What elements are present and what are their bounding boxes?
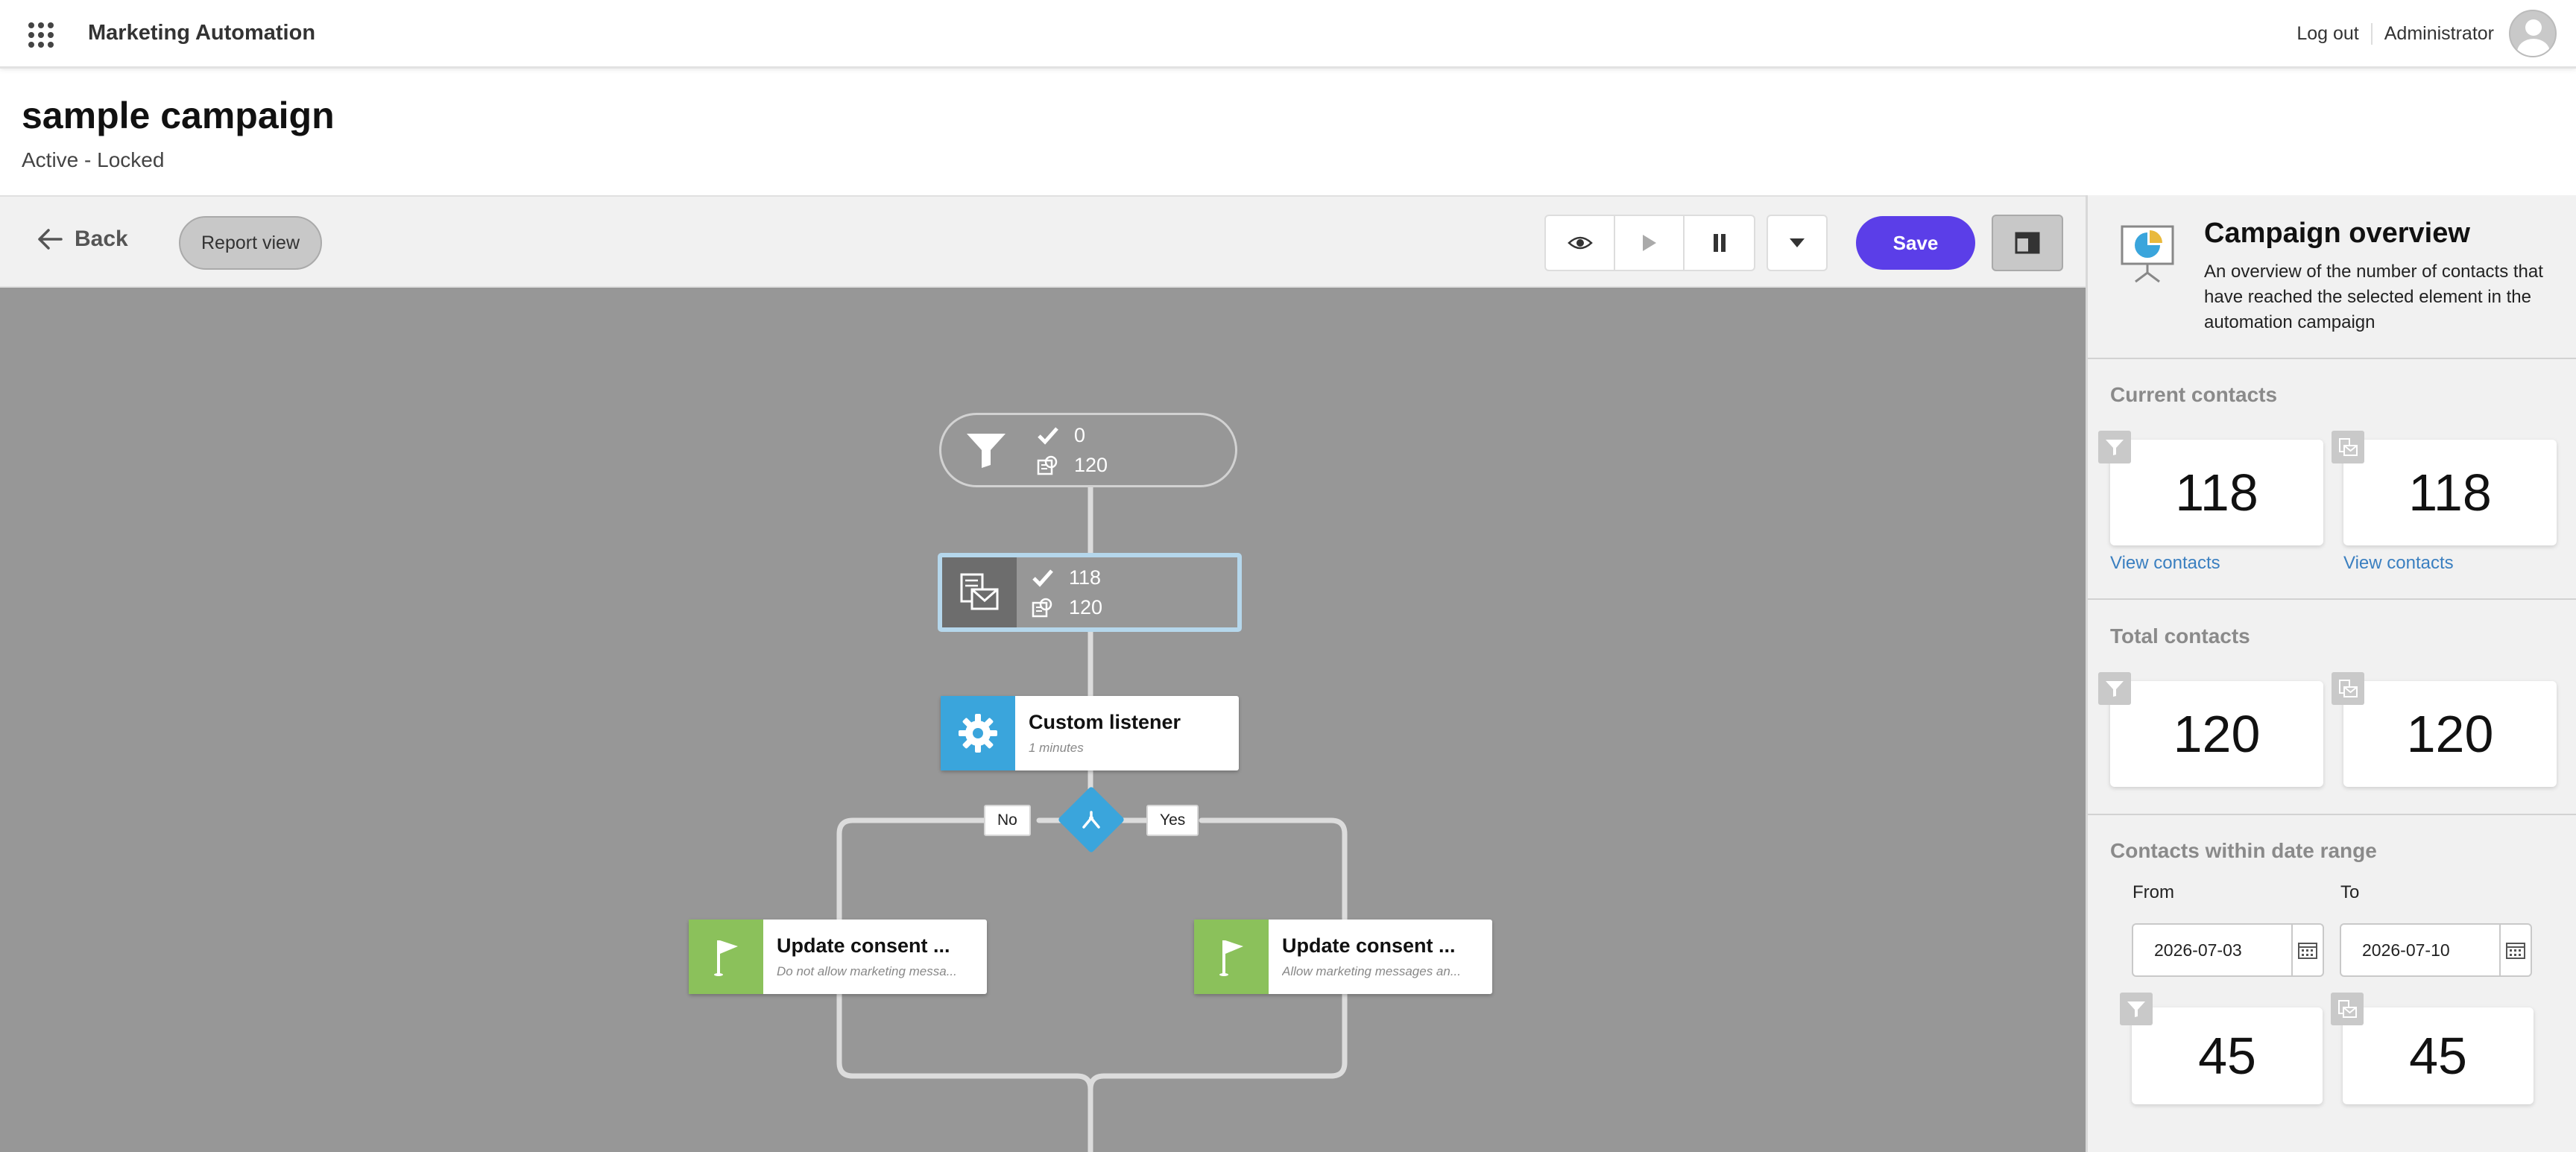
contacts-icon xyxy=(1037,455,1058,475)
avatar-icon[interactable] xyxy=(2509,10,2557,57)
total-filter-count: 120 xyxy=(2110,681,2323,787)
pause-icon xyxy=(1713,234,1726,252)
funnel-icon xyxy=(950,415,1022,485)
from-label: From xyxy=(2133,882,2174,902)
overview-title: Campaign overview xyxy=(2204,218,2470,249)
email-icon xyxy=(2332,431,2364,463)
back-button[interactable]: Back xyxy=(37,227,128,252)
range-email-count: 45 xyxy=(2343,1007,2534,1104)
pause-button[interactable] xyxy=(1685,216,1754,270)
to-date-value: 2026-07-10 xyxy=(2362,940,2450,960)
calendar-icon[interactable] xyxy=(2291,925,2323,975)
current-email-count: 118 xyxy=(2343,440,2557,545)
gear-icon xyxy=(941,696,1015,770)
node-detail: 1 minutes xyxy=(1029,741,1084,756)
filter-stats: 0 120 xyxy=(1037,420,1108,480)
node-detail: Allow marketing messages an... xyxy=(1282,964,1461,979)
email-node[interactable]: 118 120 xyxy=(938,553,1242,632)
apps-icon[interactable] xyxy=(28,22,54,48)
funnel-icon xyxy=(2098,431,2131,463)
user-name[interactable]: Administrator xyxy=(2384,23,2494,45)
top-bar: Marketing Automation Log out Administrat… xyxy=(0,0,2576,69)
calendar-icon[interactable] xyxy=(2499,925,2531,975)
view-contacts-link[interactable]: View contacts xyxy=(2343,553,2454,574)
to-date-field[interactable]: 2026-07-10 xyxy=(2340,923,2532,977)
divider xyxy=(2088,598,2576,600)
funnel-icon xyxy=(2098,672,2131,705)
checkmark-icon xyxy=(1038,427,1058,445)
campaign-overview-panel: Campaign overview An overview of the num… xyxy=(2086,195,2576,1152)
back-arrow-icon xyxy=(38,229,63,250)
to-label: To xyxy=(2340,882,2360,902)
filter-completed-count: 0 xyxy=(1074,423,1086,446)
flag-icon xyxy=(1194,920,1269,994)
play-icon xyxy=(1642,235,1656,251)
node-detail: Do not allow marketing messa... xyxy=(777,964,957,979)
chevron-down-icon xyxy=(1790,238,1805,247)
from-date-value: 2026-07-03 xyxy=(2154,940,2242,960)
panel-toggle-button[interactable] xyxy=(1992,215,2063,271)
total-email-count: 120 xyxy=(2343,681,2557,787)
total-contacts-title: Total contacts xyxy=(2110,624,2250,648)
node-name: Update consent ... xyxy=(777,934,950,957)
back-label: Back xyxy=(75,227,128,251)
split-icon xyxy=(1075,803,1108,836)
user-area: Log out Administrator xyxy=(2296,10,2557,57)
node-name: Custom listener xyxy=(1029,711,1181,733)
eye-icon xyxy=(1567,236,1593,250)
workflow-canvas[interactable]: 0 120 118 120 Custom listener 1 minutes … xyxy=(0,288,2086,1152)
update-consent-node-no[interactable]: Update consent ... Do not allow marketin… xyxy=(689,920,987,994)
campaign-status: Active - Locked xyxy=(22,148,165,171)
filter-node[interactable]: 0 120 xyxy=(939,413,1237,487)
funnel-icon xyxy=(2120,993,2153,1025)
logout-link[interactable]: Log out xyxy=(2296,22,2373,45)
preview-button[interactable] xyxy=(1546,216,1615,270)
campaign-controls xyxy=(1544,215,1755,271)
flag-icon xyxy=(689,920,763,994)
branch-label-yes: Yes xyxy=(1146,805,1199,836)
email-completed-count: 118 xyxy=(1069,566,1102,589)
divider xyxy=(2088,814,2576,815)
email-stats: 118 120 xyxy=(1032,557,1102,627)
update-consent-node-yes[interactable]: Update consent ... Allow marketing messa… xyxy=(1194,920,1492,994)
from-date-field[interactable]: 2026-07-03 xyxy=(2132,923,2324,977)
checkmark-icon xyxy=(1032,569,1053,587)
contacts-icon xyxy=(1032,598,1052,618)
current-contacts-title: Current contacts xyxy=(2110,383,2278,406)
date-range-title: Contacts within date range xyxy=(2110,839,2377,862)
range-filter-count: 45 xyxy=(2132,1007,2323,1104)
app-title: Marketing Automation xyxy=(88,21,316,45)
email-icon xyxy=(942,557,1017,627)
custom-listener-node[interactable]: Custom listener 1 minutes xyxy=(941,696,1239,770)
panel-icon xyxy=(2015,232,2040,254)
filter-total-count: 120 xyxy=(1074,453,1108,476)
divider xyxy=(2088,358,2576,359)
report-view-button[interactable]: Report view xyxy=(179,216,322,270)
presentation-icon xyxy=(2119,224,2176,288)
node-name: Update consent ... xyxy=(1282,934,1456,957)
current-filter-count: 118 xyxy=(2110,440,2323,545)
branch-label-no: No xyxy=(984,805,1031,836)
email-icon xyxy=(2331,993,2364,1025)
email-total-count: 120 xyxy=(1069,595,1103,618)
toolbar: Back Report view Save xyxy=(0,195,2086,288)
play-button[interactable] xyxy=(1615,216,1685,270)
page-title: sample campaign xyxy=(22,95,335,136)
overview-description: An overview of the number of contacts th… xyxy=(2204,262,2543,332)
save-button[interactable]: Save xyxy=(1856,216,1975,270)
view-contacts-link[interactable]: View contacts xyxy=(2110,553,2220,574)
email-icon xyxy=(2332,672,2364,705)
more-options-button[interactable] xyxy=(1767,215,1828,271)
